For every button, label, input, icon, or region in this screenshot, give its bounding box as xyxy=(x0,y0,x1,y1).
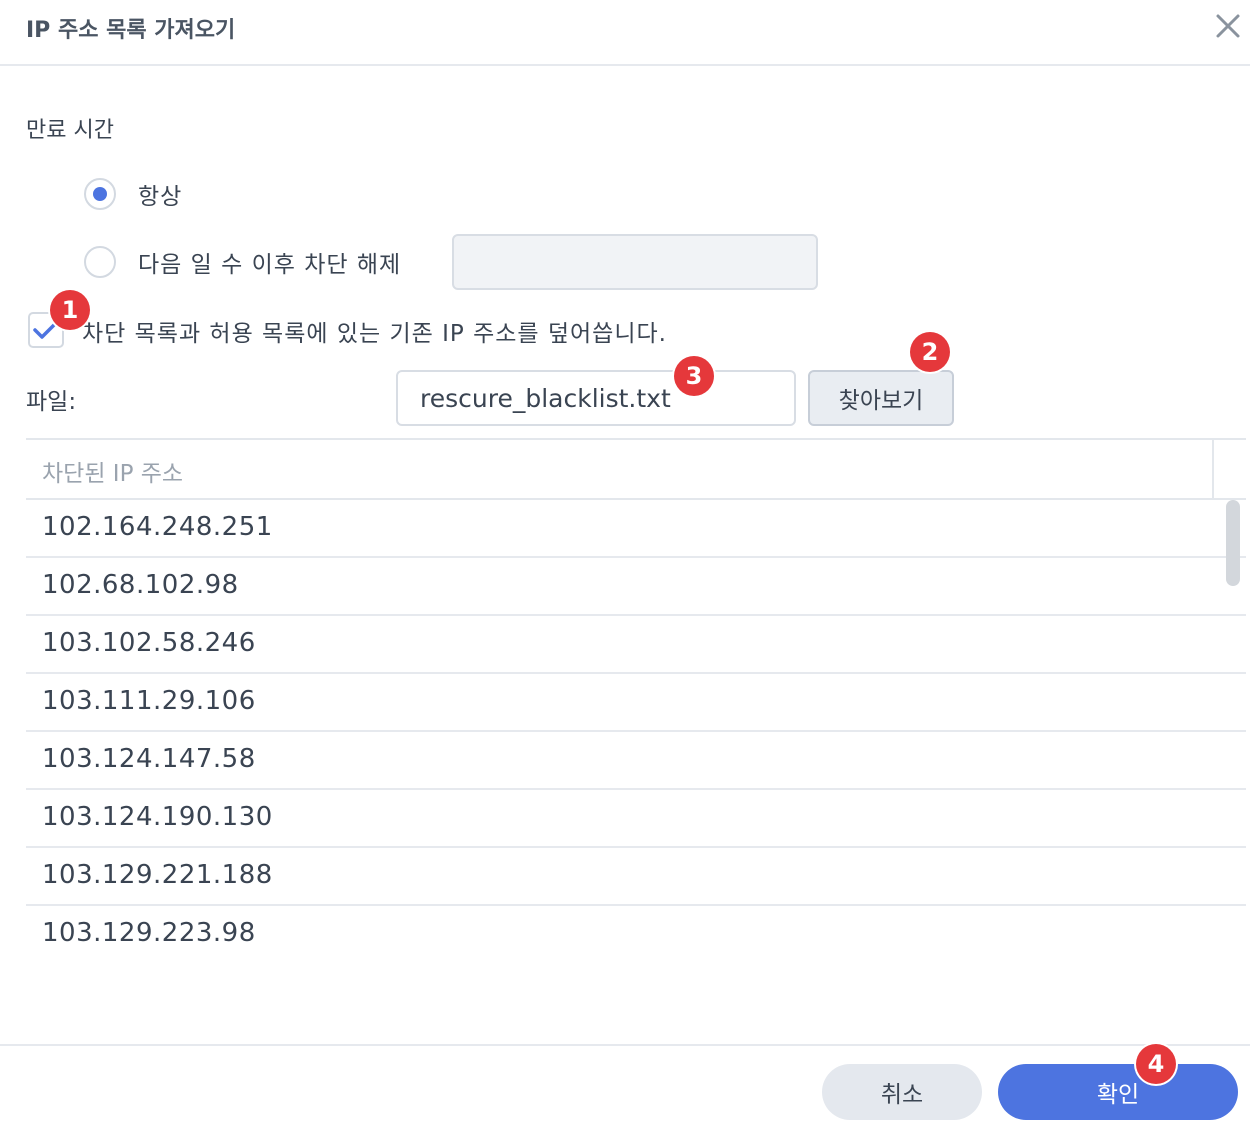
ip-cell: 103.124.147.58 xyxy=(42,744,256,774)
radio-option-always[interactable]: 항상 xyxy=(84,176,182,212)
table-header: 차단된 IP 주소 xyxy=(26,440,1246,500)
table-row[interactable]: 103.124.147.58 xyxy=(26,732,1246,790)
table-scrollbar[interactable] xyxy=(1226,500,1240,586)
close-icon xyxy=(1216,14,1240,38)
file-path-input[interactable]: rescure_blacklist.txt xyxy=(396,370,796,426)
blocked-ip-table: 차단된 IP 주소 102.164.248.251 102.68.102.98 … xyxy=(26,438,1246,980)
import-ip-list-dialog: IP 주소 목록 가져오기 만료 시간 항상 다음 일 수 이후 차단 해제 차… xyxy=(0,0,1250,1140)
radio-option-unblock-after-days[interactable]: 다음 일 수 이후 차단 해제 xyxy=(84,244,401,280)
table-row[interactable]: 103.129.221.188 xyxy=(26,848,1246,906)
days-input[interactable] xyxy=(452,234,818,290)
close-button[interactable] xyxy=(1214,8,1242,44)
file-label: 파일: xyxy=(26,389,77,415)
ok-button[interactable]: 확인 xyxy=(998,1064,1238,1120)
expiry-label: 만료 시간 xyxy=(26,118,114,143)
browse-button[interactable]: 찾아보기 xyxy=(808,370,954,426)
ip-cell: 103.124.190.130 xyxy=(42,802,273,832)
title-bar: IP 주소 목록 가져오기 xyxy=(0,0,1250,66)
ip-cell: 103.111.29.106 xyxy=(42,686,256,716)
table-row[interactable]: 103.111.29.106 xyxy=(26,674,1246,732)
step-badge-1: 1 xyxy=(50,290,90,330)
ip-cell: 102.164.248.251 xyxy=(42,512,273,542)
radio-always[interactable] xyxy=(84,178,116,210)
ip-cell: 102.68.102.98 xyxy=(42,570,239,600)
radio-unblock-after-days-label: 다음 일 수 이후 차단 해제 xyxy=(138,252,402,278)
table-row[interactable]: 103.102.58.246 xyxy=(26,616,1246,674)
step-badge-2: 2 xyxy=(910,332,950,372)
cancel-button[interactable]: 취소 xyxy=(822,1064,982,1120)
table-row[interactable]: 102.164.248.251 xyxy=(26,500,1246,558)
table-row[interactable]: 103.129.223.98 xyxy=(26,906,1246,962)
dialog-title: IP 주소 목록 가져오기 xyxy=(26,18,236,43)
ip-cell: 103.129.223.98 xyxy=(42,918,256,948)
table-row[interactable]: 102.68.102.98 xyxy=(26,558,1246,616)
step-badge-4: 4 xyxy=(1136,1044,1176,1084)
radio-unblock-after-days[interactable] xyxy=(84,246,116,278)
column-header-blocked-ip[interactable]: 차단된 IP 주소 xyxy=(42,454,183,488)
radio-always-label: 항상 xyxy=(138,184,183,210)
overwrite-label: 차단 목록과 허용 목록에 있는 기존 IP 주소를 덮어씁니다. xyxy=(82,321,667,347)
ip-cell: 103.102.58.246 xyxy=(42,628,256,658)
step-badge-3: 3 xyxy=(674,356,714,396)
column-divider xyxy=(1212,440,1214,498)
ip-cell: 103.129.221.188 xyxy=(42,860,273,890)
table-row[interactable]: 103.124.190.130 xyxy=(26,790,1246,848)
